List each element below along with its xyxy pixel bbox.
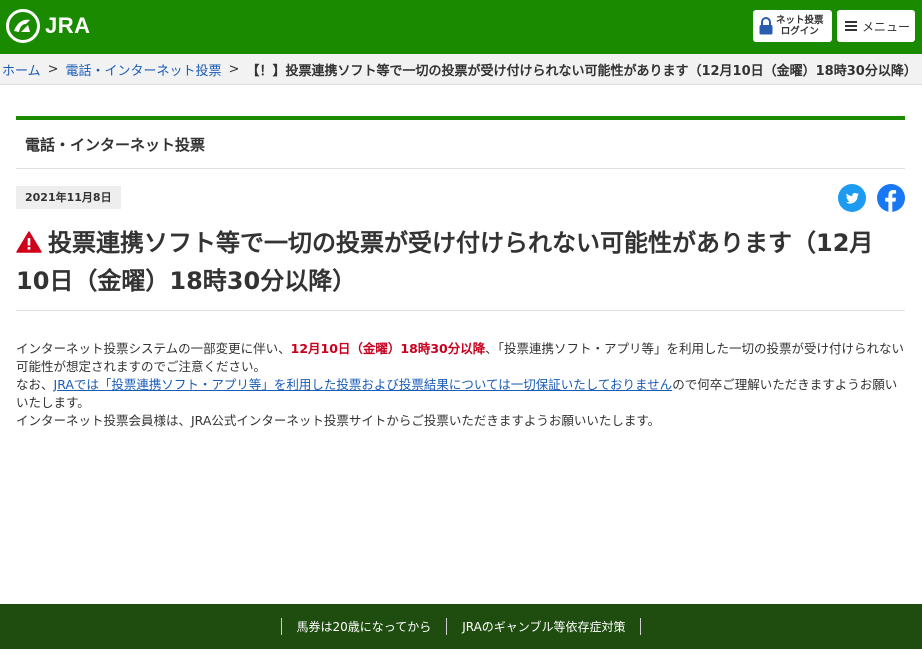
breadcrumb-separator: > [228,61,240,77]
paragraph-2: なお、JRAでは「投票連携ソフト・アプリ等」を利用した投票および投票結果について… [16,376,905,412]
footer-link-age-notice[interactable]: 馬券は20歳になってから [282,618,447,635]
facebook-share-button[interactable] [877,184,905,212]
section-accent-line [16,116,905,120]
menu-button[interactable]: メニュー [837,10,915,42]
breadcrumb-separator: > [47,61,59,77]
paragraph-1-text: インターネット投票システムの一部変更に伴い、 [16,341,291,356]
divider [16,168,905,169]
lock-icon [759,17,773,35]
menu-label: メニュー [862,19,911,34]
logo-mark-icon [6,9,40,43]
net-vote-login-button[interactable]: ネット投票 ログイン [753,10,832,42]
site-header: JRA ネット投票 ログイン メニュー [0,0,922,54]
breadcrumb-section[interactable]: 電話・インターネット投票 [66,60,222,79]
twitter-icon [845,192,859,204]
section-title: 電話・インターネット投票 [25,136,206,154]
twitter-share-button[interactable] [838,184,866,212]
hamburger-icon [845,21,857,31]
article-headline: 投票連携ソフト等で一切の投票が受け付けられない可能性があります（12月10日（金… [16,224,905,300]
login-line2: ログイン [780,26,819,37]
highlighted-datetime: 12月10日（金曜）18時30分以降 [290,341,486,356]
facebook-icon [885,190,897,212]
paragraph-3: インターネット投票会員様は、JRA公式インターネット投票サイトからご投票いただき… [16,413,661,428]
date-badge: 2021年11月8日 [16,186,121,209]
footer-link-gambling-addiction[interactable]: JRAのギャンブル等依存症対策 [447,618,640,635]
breadcrumb-home[interactable]: ホーム [2,60,41,79]
site-footer: 馬券は20歳になってから JRAのギャンブル等依存症対策 [0,604,922,649]
logo-text: JRA [45,13,91,38]
headline-text: 投票連携ソフト等で一切の投票が受け付けられない可能性があります（12月10日（金… [16,229,874,295]
footer-separator [640,618,642,635]
article-body: インターネット投票システムの一部変更に伴い、12月10日（金曜）18時30分以降… [16,340,905,430]
disclaimer-link[interactable]: JRAでは「投票連携ソフト・アプリ等」を利用した投票および投票結果については一切… [54,377,673,392]
divider [16,310,905,311]
paragraph-1: インターネット投票システムの一部変更に伴い、12月10日（金曜）18時30分以降… [16,340,905,376]
warning-icon [16,231,42,253]
login-line1: ネット投票 [776,15,824,26]
jra-logo[interactable]: JRA [6,8,91,44]
breadcrumb-current: 【！】投票連携ソフト等で一切の投票が受け付けられない可能性があります（12月10… [246,63,917,79]
paragraph-2-text: なお、 [16,377,54,392]
breadcrumb: ホーム > 電話・インターネット投票 > 【！】投票連携ソフト等で一切の投票が受… [0,54,922,85]
